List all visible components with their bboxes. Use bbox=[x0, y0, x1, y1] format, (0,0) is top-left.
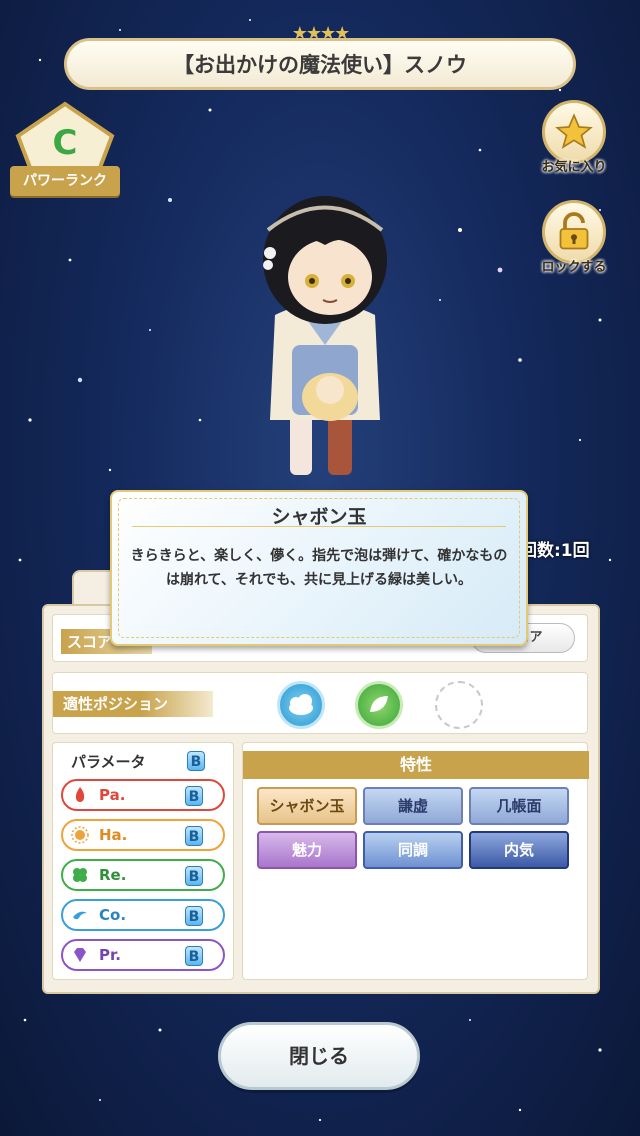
overall-grade: B bbox=[187, 751, 205, 771]
position-row: 適性ポジション bbox=[52, 672, 588, 734]
power-rank-label: パワーランク bbox=[10, 166, 120, 196]
favorite-button[interactable]: お気に入り bbox=[534, 100, 614, 186]
empty-position-slot bbox=[435, 681, 483, 729]
param-re: Re. B bbox=[61, 859, 225, 891]
param-pr: Pr. B bbox=[61, 939, 225, 971]
popup-title: シャボン玉 bbox=[271, 506, 367, 528]
trait-meticulous[interactable]: 几帳面 bbox=[469, 787, 569, 825]
traits-box: 特性 シャボン玉 謙虚 几帳面 魅力 同調 内気 bbox=[242, 742, 589, 980]
power-rank-grade: C bbox=[53, 123, 78, 163]
traits-title: 特性 bbox=[243, 751, 589, 779]
popup-description: きらきらと、楽しく、儚く。指先で泡は弾けて、確かなものは崩れて、それでも、共に見… bbox=[130, 548, 508, 588]
star-icon bbox=[555, 113, 593, 149]
leaf-position-icon bbox=[355, 681, 403, 729]
fire-icon bbox=[75, 787, 85, 802]
trait-shy[interactable]: 内気 bbox=[469, 831, 569, 869]
character-sprite bbox=[263, 196, 387, 475]
popup-divider bbox=[132, 526, 506, 527]
power-rank-badge: C パワーランク bbox=[10, 100, 120, 200]
trait-sync[interactable]: 同調 bbox=[363, 831, 463, 869]
trait-humble[interactable]: 謙虚 bbox=[363, 787, 463, 825]
parameter-box: パラメータ B Pa. B Ha. B Re. B Co. B Pr. B bbox=[52, 742, 234, 980]
diamond-icon bbox=[74, 948, 86, 962]
trait-charm[interactable]: 魅力 bbox=[257, 831, 357, 869]
clover-icon bbox=[73, 868, 87, 882]
trait-soap-bubble[interactable]: シャボン玉 bbox=[257, 787, 357, 825]
cloud-position-icon bbox=[277, 681, 325, 729]
parameter-title: パラメータ bbox=[71, 753, 146, 771]
lock-button[interactable]: ロックする bbox=[534, 200, 614, 286]
param-ha: Ha. B bbox=[61, 819, 225, 851]
sun-icon bbox=[71, 826, 89, 844]
param-co: Co. B bbox=[61, 899, 225, 931]
param-pa: Pa. B bbox=[61, 779, 225, 811]
favorite-label: お気に入り bbox=[541, 160, 607, 175]
close-button[interactable]: 閉じる bbox=[218, 1022, 420, 1090]
wind-icon bbox=[73, 911, 87, 920]
unlock-icon bbox=[559, 212, 589, 250]
card-title: 【お出かけの魔法使い】スノウ bbox=[64, 38, 576, 90]
lock-label: ロックする bbox=[541, 260, 607, 275]
trait-detail-popup: シャボン玉 きらきらと、楽しく、儚く。指先で泡は弾けて、確かなものは崩れて、それ… bbox=[110, 490, 528, 646]
usage-count: 回数:1回 bbox=[520, 541, 590, 561]
position-label: 適性ポジション bbox=[53, 691, 213, 717]
